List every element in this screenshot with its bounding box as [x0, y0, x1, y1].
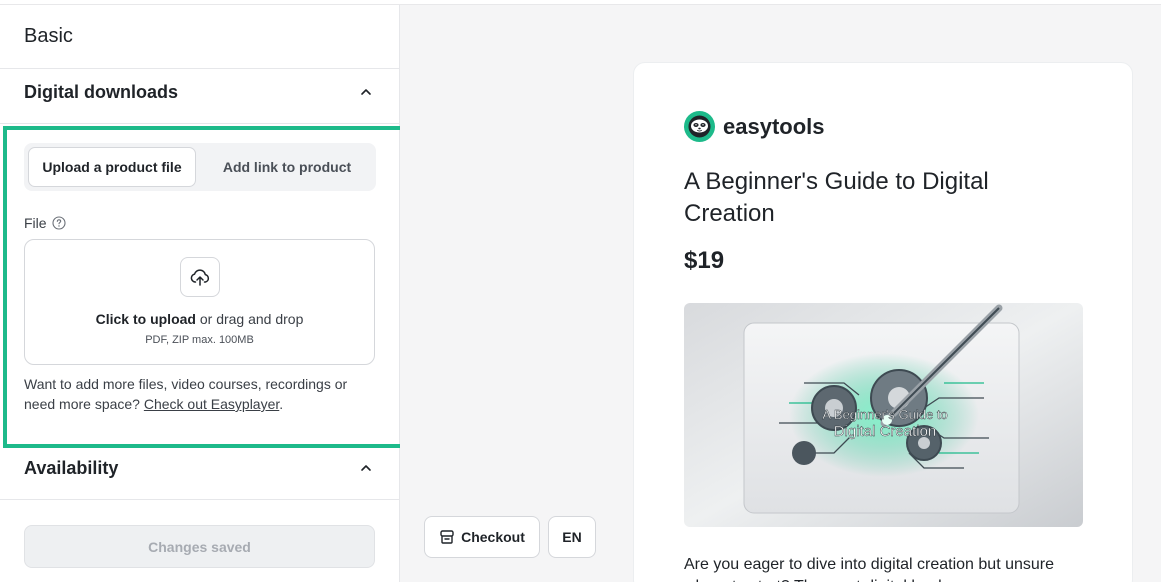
- upload-button[interactable]: [180, 257, 220, 297]
- product-preview-card: easytools A Beginner's Guide to Digital …: [633, 62, 1133, 582]
- section-basic-title: Basic: [24, 25, 73, 47]
- cover-title-line2: Digital Creation: [834, 423, 937, 440]
- dropzone-instruction: Click to upload or drag and drop: [25, 311, 374, 327]
- chevron-up-icon[interactable]: [359, 461, 373, 475]
- upload-mode-tabs: Upload a product file Add link to produc…: [24, 143, 376, 191]
- brand-name: easytools: [723, 113, 825, 139]
- tab-upload-product-file[interactable]: Upload a product file: [28, 147, 196, 187]
- section-digital-downloads-title: Digital downloads: [24, 82, 179, 102]
- click-to-upload-link[interactable]: Click to upload: [96, 311, 196, 327]
- section-digital-downloads[interactable]: Digital downloads: [0, 69, 399, 124]
- dropzone-hint: PDF, ZIP max. 100MB: [145, 334, 254, 346]
- section-availability[interactable]: Availability: [0, 448, 399, 500]
- more-space-end: .: [279, 396, 284, 412]
- more-space-note: Want to add more files, video courses, r…: [24, 374, 374, 414]
- section-availability-title: Availability: [24, 458, 119, 478]
- language-button[interactable]: EN: [548, 516, 596, 558]
- product-description: Are you eager to dive into digital creat…: [684, 556, 1055, 582]
- file-label-text: File: [24, 215, 47, 231]
- preview-area: Checkout EN easytools A Beginner's Guide…: [400, 5, 1161, 582]
- file-field-label: File: [24, 215, 66, 231]
- product-price: $19: [684, 247, 725, 274]
- product-title: A Beginner's Guide to Digital Creation: [684, 168, 989, 227]
- cover-illustration: A Beginner's Guide to Digital Creation: [684, 303, 1083, 527]
- cloud-upload-icon: [190, 269, 210, 286]
- section-basic[interactable]: Basic: [0, 5, 399, 69]
- product-cover-image: A Beginner's Guide to Digital Creation: [684, 303, 1083, 527]
- checkout-button[interactable]: Checkout: [424, 516, 540, 558]
- chevron-up-icon[interactable]: [359, 85, 373, 99]
- drag-drop-text: or drag and drop: [195, 311, 304, 327]
- help-icon[interactable]: [52, 216, 66, 230]
- brand: easytools: [684, 111, 825, 142]
- save-status-button: Changes saved: [24, 525, 375, 568]
- easyplayer-link[interactable]: Check out Easyplayer: [144, 396, 279, 412]
- checkout-label: Checkout: [461, 529, 525, 545]
- easytools-logo-icon: [684, 111, 715, 142]
- file-dropzone[interactable]: Click to upload or drag and drop PDF, ZI…: [24, 239, 375, 365]
- cover-title-line1: A Beginner's Guide to: [822, 407, 947, 422]
- tab-add-link-to-product[interactable]: Add link to product: [202, 147, 372, 187]
- checkout-icon: [440, 530, 454, 544]
